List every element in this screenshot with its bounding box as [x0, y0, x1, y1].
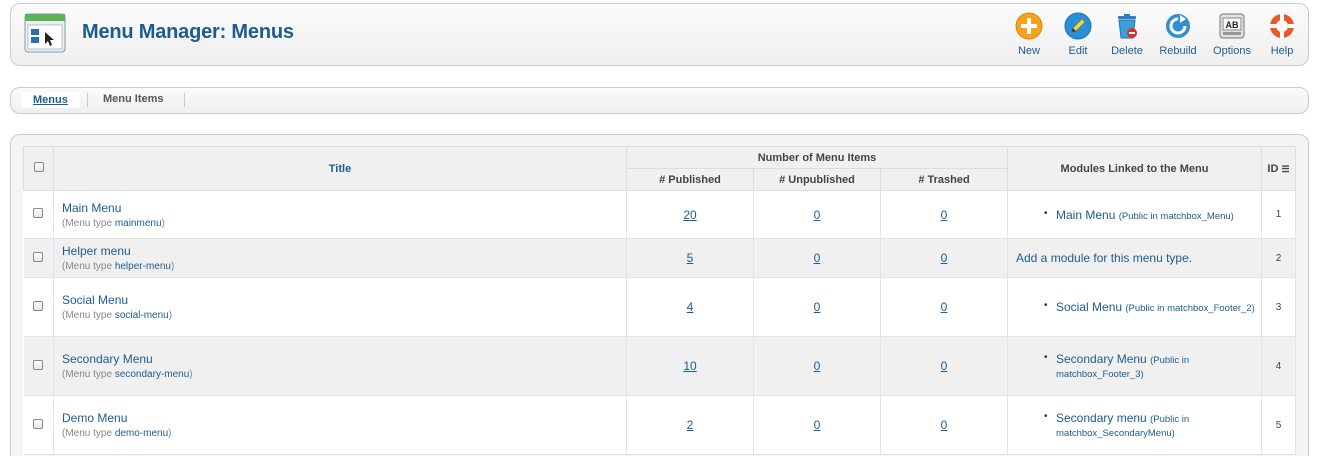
number-of-items-header: Number of Menu Items [626, 146, 1008, 169]
delete-label: Delete [1111, 45, 1143, 57]
trashed-count-link[interactable]: 0 [941, 359, 948, 373]
modules-column-header: Modules Linked to the Menu [1007, 146, 1262, 191]
edit-button[interactable]: Edit [1052, 11, 1104, 61]
menu-title-link[interactable]: Demo Menu [62, 411, 626, 425]
published-count-link[interactable]: 2 [687, 418, 694, 432]
rebuild-icon [1166, 14, 1190, 38]
menu-type-label: (Menu type mainmenu) [62, 217, 165, 229]
module-link[interactable]: Secondary menu [1056, 411, 1147, 425]
options-icon: AB [1219, 13, 1245, 39]
trashed-count-link[interactable]: 0 [941, 208, 948, 222]
table-row: Secondary Menu (Menu type secondary-menu… [23, 336, 1296, 396]
select-all-header [23, 146, 54, 191]
unpublished-column-header: # Unpublished [753, 168, 881, 191]
svg-text:AB: AB [1226, 20, 1239, 30]
menu-title-link[interactable]: Main Menu [62, 201, 626, 215]
options-button[interactable]: AB Options [1206, 11, 1258, 61]
add-module-link[interactable]: Add a module for this menu type. [1016, 251, 1192, 265]
menu-type-label: (Menu type secondary-menu) [62, 369, 193, 380]
table-row: Demo Menu (Menu type demo-menu) 2 0 0 Se… [23, 395, 1296, 455]
help-icon [1270, 14, 1294, 38]
tab-menu-items[interactable]: Menu Items [103, 93, 164, 105]
row-id: 5 [1261, 395, 1296, 455]
table-row: Social Menu (Menu type social-menu) 4 0 … [23, 277, 1296, 337]
new-button[interactable]: New [1003, 11, 1055, 61]
toolbar: Menu Manager: Menus New Edit Delete Rebu… [10, 3, 1309, 66]
menu-type-label: (Menu type demo-menu) [62, 428, 172, 439]
row-id: 3 [1261, 277, 1296, 337]
new-icon [1015, 12, 1043, 40]
new-label: New [1017, 45, 1040, 57]
submenu-bar: Menus Menu Items [10, 87, 1309, 114]
row-checkbox[interactable] [33, 418, 44, 429]
unpublished-count-link[interactable]: 0 [814, 418, 821, 432]
module-list-item: Secondary Menu (Public in matchbox_Foote… [1044, 352, 1261, 380]
row-checkbox[interactable] [33, 251, 44, 262]
module-position: (Public in matchbox_Menu) [1118, 210, 1234, 222]
unpublished-count-link[interactable]: 0 [814, 359, 821, 373]
module-list-item: Main Menu (Public in matchbox_Menu) [1044, 208, 1261, 222]
select-all-checkbox[interactable] [33, 162, 44, 172]
module-link[interactable]: Social Menu [1056, 300, 1122, 314]
published-count-link[interactable]: 20 [683, 208, 696, 222]
row-checkbox[interactable] [33, 208, 44, 218]
row-checkbox[interactable] [33, 300, 44, 311]
menu-title-link[interactable]: Secondary Menu [62, 352, 626, 366]
unpublished-count-link[interactable]: 0 [814, 208, 821, 222]
menu-manager-icon [24, 13, 66, 53]
published-count-link[interactable]: 10 [683, 359, 696, 373]
menu-type-label: (Menu type helper-menu) [62, 261, 175, 272]
table-row: Helper menu (Menu type helper-menu) 5 0 … [23, 238, 1296, 278]
trashed-count-link[interactable]: 0 [941, 251, 948, 265]
unpublished-count-link[interactable]: 0 [814, 251, 821, 265]
content-panel: Title Number of Menu Items Modules Linke… [10, 134, 1309, 456]
edit-label: Edit [1068, 45, 1088, 57]
published-column-header: # Published [626, 168, 754, 191]
delete-button[interactable]: Delete [1101, 11, 1153, 61]
row-id: 4 [1261, 336, 1296, 396]
tab-menus[interactable]: Menus [21, 92, 80, 108]
module-position: (Public in matchbox_Footer_2) [1125, 303, 1255, 314]
page-title: Menu Manager: Menus [82, 21, 294, 43]
table-row: Main Menu (Menu type mainmenu) 20 0 0 Ma… [23, 190, 1296, 239]
tab-separator [184, 93, 185, 107]
edit-icon [1064, 12, 1092, 40]
module-list-item: Secondary menu (Public in matchbox_Secon… [1044, 411, 1261, 439]
trashed-count-link[interactable]: 0 [941, 418, 948, 432]
delete-icon [1118, 14, 1137, 39]
id-column-header[interactable]: ID ☰ [1261, 146, 1296, 191]
options-label: Options [1213, 45, 1251, 57]
published-count-link[interactable]: 5 [687, 251, 694, 265]
module-list-item: Social Menu (Public in matchbox_Footer_2… [1044, 300, 1261, 314]
row-id: 2 [1261, 238, 1296, 278]
menu-type-label: (Menu type social-menu) [62, 310, 173, 321]
module-link[interactable]: Secondary Menu [1056, 352, 1147, 366]
trashed-column-header: # Trashed [880, 168, 1008, 191]
menus-table: Title Number of Menu Items Modules Linke… [23, 146, 1296, 455]
help-label: Help [1270, 45, 1294, 57]
unpublished-count-link[interactable]: 0 [814, 300, 821, 314]
rebuild-label: Rebuild [1159, 45, 1197, 57]
rebuild-button[interactable]: Rebuild [1152, 11, 1204, 61]
title-column-header[interactable]: Title [53, 146, 627, 191]
module-link[interactable]: Main Menu [1056, 208, 1115, 222]
published-count-link[interactable]: 4 [687, 300, 694, 314]
menu-title-link[interactable]: Helper menu [62, 244, 626, 258]
row-id: 1 [1261, 190, 1296, 239]
row-checkbox[interactable] [33, 359, 44, 370]
trashed-count-link[interactable]: 0 [941, 300, 948, 314]
sort-icon: ☰ [1281, 163, 1290, 174]
menu-title-link[interactable]: Social Menu [62, 293, 626, 307]
help-button[interactable]: Help [1256, 11, 1308, 61]
tab-separator [87, 93, 88, 107]
